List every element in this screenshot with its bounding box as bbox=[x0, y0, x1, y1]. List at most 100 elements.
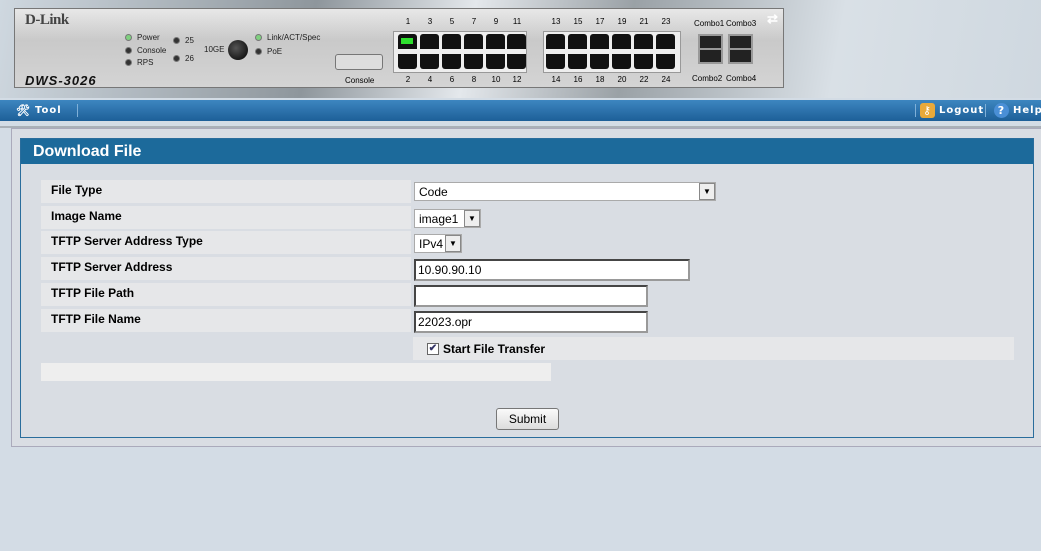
port-label: 14 bbox=[551, 75, 561, 84]
help-button[interactable]: ? Help bbox=[994, 103, 1041, 118]
port-label: 5 bbox=[449, 17, 455, 26]
chevron-down-icon: ▼ bbox=[464, 210, 480, 227]
file-name-label: TFTP File Name bbox=[41, 309, 411, 332]
port-1 bbox=[398, 34, 417, 49]
led-25: 25 bbox=[173, 36, 194, 46]
port-13 bbox=[546, 34, 565, 49]
port-21 bbox=[634, 34, 653, 49]
led-26: 26 bbox=[173, 54, 194, 64]
port-label: 1 bbox=[405, 17, 411, 26]
server-address-label: TFTP Server Address bbox=[41, 257, 411, 280]
port-label: 4 bbox=[427, 75, 433, 84]
port-24 bbox=[656, 54, 675, 69]
address-type-label: TFTP Server Address Type bbox=[41, 231, 411, 254]
port-18 bbox=[590, 54, 609, 69]
port-7 bbox=[464, 34, 483, 49]
port-label: 3 bbox=[427, 17, 433, 26]
port-label: 2 bbox=[405, 75, 411, 84]
led-poe: PoE bbox=[255, 47, 282, 57]
tool-icon: 🛠 bbox=[16, 104, 31, 117]
key-icon: ⚷ bbox=[920, 103, 935, 118]
start-transfer-label[interactable]: Start File Transfer bbox=[443, 342, 545, 356]
label-10ge: 10GE bbox=[204, 45, 225, 54]
port-11 bbox=[507, 34, 526, 49]
port-12 bbox=[507, 54, 526, 69]
start-transfer-checkbox[interactable]: ✔ bbox=[427, 342, 439, 355]
port-19 bbox=[612, 34, 631, 49]
combo-label: Combo3 bbox=[726, 19, 757, 28]
console-label: Console bbox=[345, 76, 375, 85]
file-type-select[interactable]: Code ▼ bbox=[414, 182, 716, 201]
help-icon: ? bbox=[994, 103, 1009, 118]
server-address-input[interactable]: 10.90.90.10 bbox=[414, 259, 690, 281]
port-4 bbox=[420, 54, 439, 69]
panel-title: Download File bbox=[21, 139, 1033, 164]
device-panel: D-Link DWS-3026 Power Console RPS 25 26 … bbox=[14, 8, 784, 88]
combo-label: Combo1 bbox=[694, 19, 725, 28]
port-label: 10 bbox=[491, 75, 501, 84]
port-label: 8 bbox=[471, 75, 477, 84]
file-name-input[interactable]: 22023.opr bbox=[414, 311, 648, 333]
banner: D-Link DWS-3026 Power Console RPS 25 26 … bbox=[0, 0, 1041, 98]
port-label: 16 bbox=[573, 75, 583, 84]
port-6 bbox=[442, 54, 461, 69]
port-10 bbox=[486, 54, 505, 69]
status-bar bbox=[41, 363, 551, 381]
submit-button[interactable]: Submit bbox=[496, 408, 559, 430]
port-label: 23 bbox=[661, 17, 671, 26]
port-label: 11 bbox=[512, 17, 522, 26]
chevron-down-icon: ▼ bbox=[699, 183, 715, 200]
combo-port-4 bbox=[728, 48, 753, 64]
swap-icon: ⇄ bbox=[767, 11, 778, 26]
port-17 bbox=[590, 34, 609, 49]
port-15 bbox=[568, 34, 587, 49]
chevron-down-icon: ▼ bbox=[445, 235, 461, 252]
port-label: 9 bbox=[493, 17, 499, 26]
combo-label: Combo2 bbox=[692, 74, 723, 83]
file-type-label: File Type bbox=[41, 180, 411, 203]
port-20 bbox=[612, 54, 631, 69]
logout-button[interactable]: ⚷ Logout bbox=[920, 103, 984, 118]
led-rps: RPS bbox=[125, 58, 153, 68]
port-label: 19 bbox=[617, 17, 627, 26]
file-path-input[interactable] bbox=[414, 285, 648, 307]
port-label: 13 bbox=[551, 17, 561, 26]
led-power: Power bbox=[125, 33, 160, 43]
divider bbox=[77, 104, 78, 117]
port-label: 15 bbox=[573, 17, 583, 26]
port-label: 6 bbox=[449, 75, 455, 84]
led-console: Console bbox=[125, 46, 166, 56]
reset-knob bbox=[228, 40, 248, 60]
port-label: 17 bbox=[595, 17, 605, 26]
port-9 bbox=[486, 34, 505, 49]
port-label: 7 bbox=[471, 17, 477, 26]
image-name-label: Image Name bbox=[41, 206, 411, 229]
download-file-panel: Download File File Type Code ▼ Image Name… bbox=[20, 138, 1034, 438]
image-name-select[interactable]: image1 ▼ bbox=[414, 209, 481, 228]
port-22 bbox=[634, 54, 653, 69]
port-23 bbox=[656, 34, 675, 49]
divider bbox=[915, 104, 916, 117]
toolbar: 🛠 Tool ⚷ Logout ? Help bbox=[0, 100, 1041, 121]
console-port bbox=[335, 54, 383, 70]
address-type-select[interactable]: IPv4 ▼ bbox=[414, 234, 462, 253]
port-16 bbox=[568, 54, 587, 69]
port-2 bbox=[398, 54, 417, 69]
port-14 bbox=[546, 54, 565, 69]
port-label: 20 bbox=[617, 75, 627, 84]
combo-label: Combo4 bbox=[726, 74, 757, 83]
start-transfer-row: ✔ Start File Transfer bbox=[413, 337, 1014, 360]
port-label: 18 bbox=[595, 75, 605, 84]
port-label: 22 bbox=[639, 75, 649, 84]
port-5 bbox=[442, 34, 461, 49]
brand-logo: D-Link bbox=[25, 12, 69, 28]
port-3 bbox=[420, 34, 439, 49]
combo-port-3 bbox=[698, 48, 723, 64]
divider bbox=[985, 104, 986, 117]
port-label: 24 bbox=[661, 75, 671, 84]
device-model: DWS-3026 bbox=[25, 73, 97, 88]
port-8 bbox=[464, 54, 483, 69]
file-path-label: TFTP File Path bbox=[41, 283, 411, 306]
port-label: 12 bbox=[512, 75, 522, 84]
tool-menu[interactable]: 🛠 Tool bbox=[16, 103, 62, 118]
